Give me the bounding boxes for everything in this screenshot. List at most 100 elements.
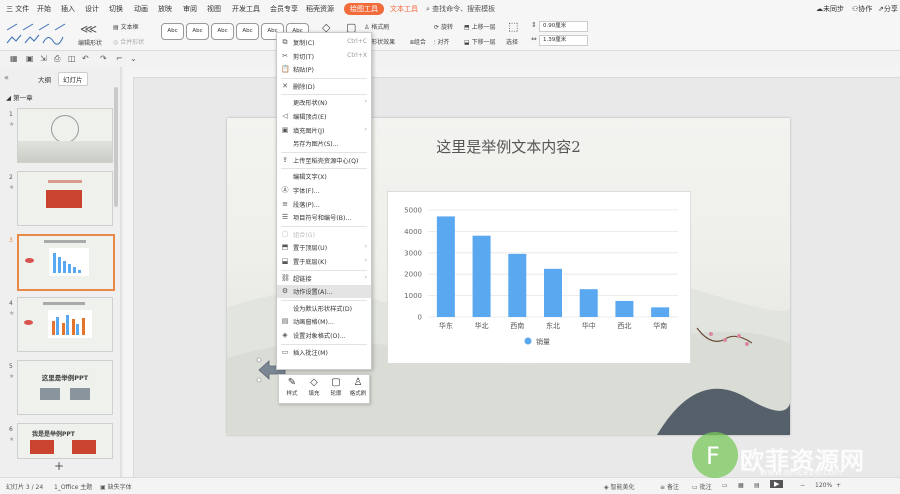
menu-file[interactable]: 三 文件 — [6, 4, 29, 14]
tab-text-tools[interactable]: 文本工具 — [390, 4, 418, 14]
shape-style-1[interactable]: Abc — [161, 23, 184, 40]
menu-item-comment[interactable]: ▭ 插入批注(M) — [277, 346, 371, 359]
preview-icon[interactable]: ◫ — [68, 54, 76, 63]
menu-item-upload[interactable]: ⇪ 上传至稻壳资源中心(Q) — [277, 154, 371, 167]
panel-scrollbar[interactable] — [114, 87, 118, 207]
height-input[interactable]: 0.90厘米 — [539, 21, 588, 32]
menu-item-delete[interactable]: ✕ 删除(D) — [277, 80, 371, 93]
slide-thumb-4[interactable] — [17, 297, 113, 352]
style-button[interactable]: ✎ 样式 — [281, 377, 303, 401]
redo-icon[interactable]: ↷ — [100, 54, 107, 63]
edit-shape-button[interactable]: 编辑形状 — [78, 38, 102, 47]
menu-item-send-back[interactable]: ⬓ 置于底层(K) › — [277, 255, 371, 268]
play-button[interactable]: ▶ — [770, 480, 784, 488]
select-button[interactable]: 选择 — [506, 37, 518, 46]
fill-button[interactable]: ◇ 填充 — [303, 377, 325, 401]
section-header[interactable]: ◢ 第一章 — [6, 92, 33, 102]
menu-slideshow[interactable]: 放映 — [158, 4, 172, 14]
format-brush-icon: ♙ — [353, 377, 363, 388]
zoom-in-icon[interactable]: + — [836, 482, 841, 489]
menu-item-default-style[interactable]: 设为默认形状样式(D) — [277, 302, 371, 315]
menu-item-paragraph[interactable]: ≡ 段落(P)... — [277, 198, 371, 211]
format-painter-icon[interactable]: ⌐ — [116, 54, 123, 63]
collab-button[interactable]: ⚇协作 — [852, 4, 872, 14]
slide-thumb-3[interactable] — [17, 234, 115, 291]
smart-beautify-button[interactable]: ◈ 智能美化 — [604, 482, 635, 491]
grid-view-icon[interactable]: ▦ — [10, 54, 18, 63]
slide-thumb-1[interactable] — [17, 108, 113, 163]
missing-font-button[interactable]: ▣ 缺失字体 — [100, 482, 132, 491]
menu-item-edit-text[interactable]: 编辑文字(X) — [277, 170, 371, 183]
sync-status[interactable]: ☁未同步 — [816, 4, 844, 14]
menu-item-font[interactable]: Ⓐ 字体(F)... — [277, 184, 371, 197]
shape-gallery[interactable] — [4, 21, 74, 47]
rotate-button[interactable]: ⟳ 旋转 — [434, 22, 453, 31]
format-brush-button[interactable]: ♙ 格式刷 — [364, 22, 389, 31]
tab-slides[interactable]: 幻灯片 — [58, 72, 88, 86]
undo-icon[interactable]: ↶ — [82, 54, 89, 63]
more-icon[interactable]: ⌄ — [130, 54, 137, 63]
group-button[interactable]: ⧈组合 — [410, 37, 426, 47]
shape-style-4[interactable]: Abc — [236, 23, 259, 40]
slide-thumb-6[interactable]: 我是是举例PPT — [17, 423, 113, 459]
menu-member[interactable]: 会员专享 — [270, 4, 298, 14]
send-back-icon: ⬓ — [281, 257, 289, 265]
tab-outline[interactable]: 大纲 — [38, 74, 51, 84]
menu-item-hyperlink[interactable]: ⛓ 超链接 › — [277, 272, 371, 285]
comments-button[interactable]: ▭ 批注 — [692, 482, 712, 491]
menu-developer[interactable]: 开发工具 — [232, 4, 260, 14]
reading-view-icon[interactable]: ▤ — [754, 482, 760, 489]
up-layer-button[interactable]: ⬒ 上移一层 — [464, 22, 496, 31]
merge-shape-button[interactable]: ◎ 合并形状 — [113, 37, 144, 46]
menu-item-change-shape[interactable]: 更改形状(N) › — [277, 96, 371, 109]
slide-thumb-5[interactable]: 这里是举例PPT — [17, 360, 113, 415]
outline-button[interactable]: ▢ 轮廓 — [325, 377, 347, 401]
collapse-panel-icon[interactable]: « — [4, 73, 9, 82]
tab-drawing-tools[interactable]: 绘图工具 — [344, 3, 384, 15]
menu-transition[interactable]: 切换 — [109, 4, 123, 14]
menu-review[interactable]: 审阅 — [183, 4, 197, 14]
menu-item-cut[interactable]: ✂ 剪切(T) Ctrl+X — [277, 50, 371, 63]
zoom-level[interactable]: 120% — [815, 482, 832, 489]
share-button[interactable]: ⇗分享 — [878, 4, 898, 14]
normal-view-icon[interactable]: ▭ — [722, 482, 728, 489]
menu-docer[interactable]: 稻壳资源 — [306, 4, 334, 14]
notes-button[interactable]: ≡ 备注 — [660, 482, 679, 491]
menu-item-bring-front[interactable]: ⬒ 置于顶层(U) › — [277, 241, 371, 254]
menu-insert[interactable]: 插入 — [61, 4, 75, 14]
y-tick-label: 0 — [418, 314, 422, 322]
add-slide-button[interactable]: + — [54, 459, 64, 473]
format-brush-button[interactable]: ♙ 格式刷 — [347, 377, 369, 401]
width-input[interactable]: 1.39厘米 — [539, 35, 588, 46]
align-button[interactable]: ⫶ 对齐 — [434, 37, 449, 47]
search-box[interactable]: ⌕ 查找命令、搜索模板 — [426, 4, 495, 14]
menu-item-paste[interactable]: 📋 粘贴(P) — [277, 63, 371, 76]
upload-icon: ⇪ — [282, 155, 288, 164]
zoom-out-icon[interactable]: − — [800, 482, 805, 489]
menu-home[interactable]: 开始 — [37, 4, 51, 14]
menu-item-save-image[interactable]: 另存为图片(S)... — [277, 137, 371, 150]
shape-style-3[interactable]: Abc — [211, 23, 234, 40]
star-icon: ★ — [9, 310, 15, 317]
menu-item-fill-image[interactable]: ▣ 填充图片(J) › — [277, 124, 371, 137]
menu-design[interactable]: 设计 — [85, 4, 99, 14]
menu-item-action-settings[interactable]: ⚙ 动作设置(A)... — [277, 285, 371, 299]
save-icon[interactable]: ▣ — [26, 54, 34, 63]
menu-item-edit-vertex[interactable]: ◁ 编辑顶点(E) — [277, 110, 371, 123]
slide-thumb-2[interactable] — [17, 171, 113, 226]
textbox-button[interactable]: ▤ 文本框 — [113, 22, 139, 31]
menu-item-shortcut: › — [364, 125, 367, 133]
menu-item-animation-pane[interactable]: ▤ 动画窗格(M)... — [277, 315, 371, 328]
menu-item-bullets[interactable]: ☰ 项目符号和编号(B)... — [277, 211, 371, 224]
shape-style-2[interactable]: Abc — [186, 23, 209, 40]
down-layer-button[interactable]: ⬓ 下移一层 — [464, 37, 496, 46]
chart-container[interactable]: 0 1000 2000 3000 4000 5000 华东 华北 西南 东北 华中 西北 华南 销量 — [387, 191, 691, 364]
sorter-view-icon[interactable]: ▦ — [738, 482, 744, 489]
menu-animation[interactable]: 动画 — [134, 4, 148, 14]
export-icon[interactable]: ⇲ — [40, 54, 47, 63]
menu-item-format-object[interactable]: ◈ 设置对象格式(O)... — [277, 329, 371, 342]
menu-view[interactable]: 视图 — [207, 4, 221, 14]
menu-item-copy[interactable]: ⧉ 复制(C) Ctrl+C — [277, 36, 371, 49]
menu-item-label: 上传至稻壳资源中心(Q) — [293, 157, 359, 165]
print-icon[interactable]: ⎙ — [54, 54, 60, 64]
